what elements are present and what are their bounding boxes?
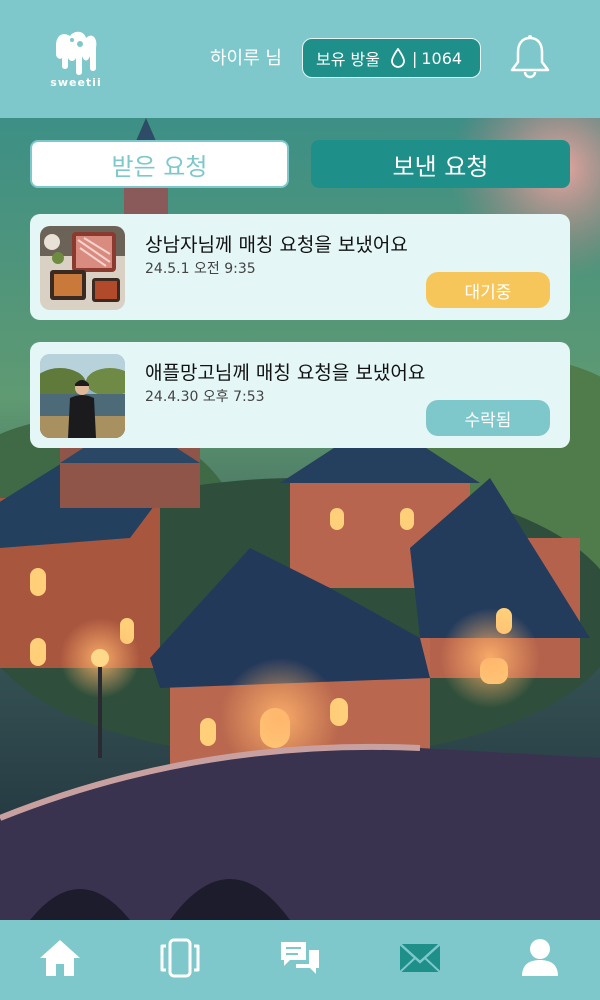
tab-received-requests[interactable]: 받은 요청 — [30, 140, 289, 188]
drops-separator: | — [411, 48, 418, 68]
notification-bell-icon[interactable] — [508, 34, 552, 80]
mail-icon[interactable] — [398, 936, 442, 980]
request-message: 애플망고님께 매칭 요청을 보냈어요 — [145, 362, 426, 384]
top-header: sweetii 하이루 님 보유 방울 | 1064 — [0, 0, 600, 118]
logo-text: sweetii — [50, 76, 102, 89]
cards-icon[interactable] — [158, 936, 202, 980]
user-greeting: 하이루 님 — [210, 48, 282, 69]
profile-icon[interactable] — [518, 936, 562, 980]
drops-count: 1064 — [421, 48, 463, 68]
request-timestamp: 24.4.30 오후 7:53 — [145, 389, 265, 405]
drops-label: 보유 방울 — [316, 50, 380, 69]
home-icon[interactable] — [38, 936, 82, 980]
profile-thumbnail-person — [40, 354, 125, 438]
status-badge-pending: 대기중 — [426, 272, 550, 308]
water-drop-icon — [390, 47, 406, 68]
request-message: 상남자님께 매칭 요청을 보냈어요 — [145, 234, 408, 256]
profile-thumbnail-food — [40, 226, 125, 310]
chat-icon[interactable] — [278, 936, 322, 980]
drops-balance-badge[interactable]: 보유 방울 | 1064 — [302, 38, 481, 78]
request-card[interactable]: 애플망고님께 매칭 요청을 보냈어요 24.4.30 오후 7:53 수락됨 — [30, 342, 570, 448]
bottom-navigation — [0, 920, 600, 1000]
request-timestamp: 24.5.1 오전 9:35 — [145, 261, 256, 277]
tab-sent-requests[interactable]: 보낸 요청 — [311, 140, 570, 188]
status-badge-accepted: 수락됨 — [426, 400, 550, 436]
request-card[interactable]: 상남자님께 매칭 요청을 보냈어요 24.5.1 오전 9:35 대기중 — [30, 214, 570, 320]
